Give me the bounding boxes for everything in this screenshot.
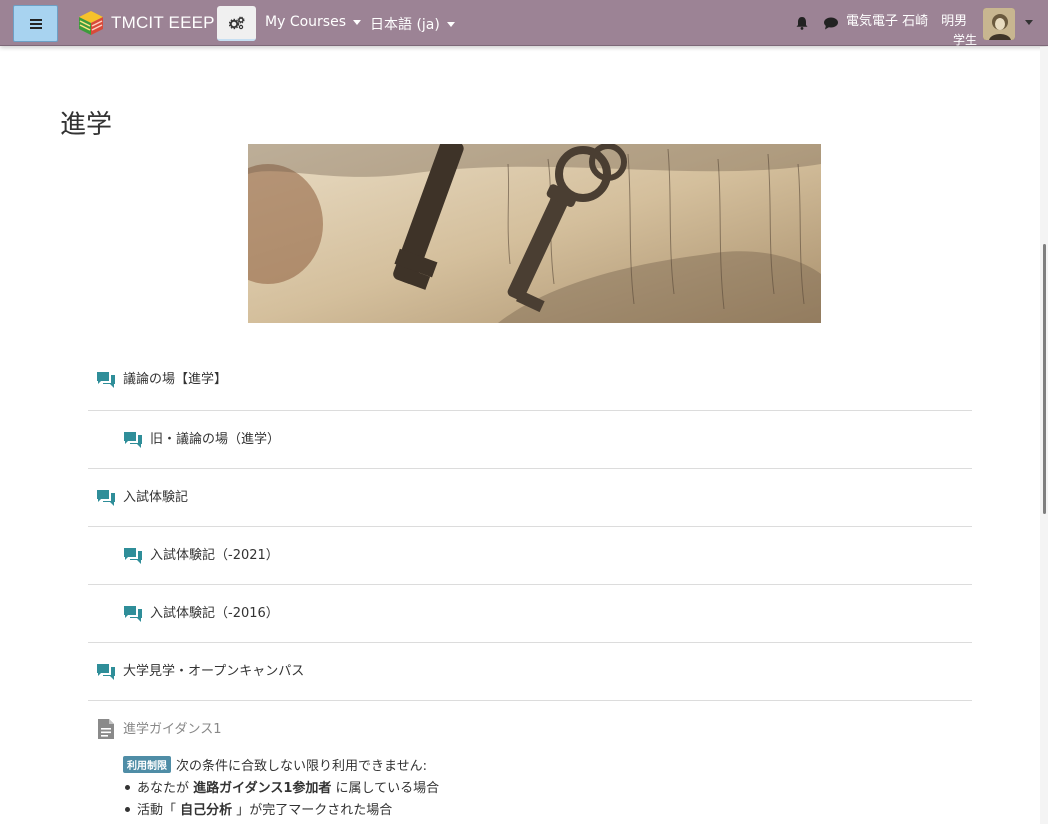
activity-link[interactable]: 入試体験記 [123,489,188,507]
condition-text: に属している場合 [331,781,440,796]
resource-name: 進学ガイダンス1 [123,722,222,737]
condition-text: 活動「 [137,803,181,818]
forum-icon [97,489,115,506]
activity-link[interactable]: 入試体験記（-2016） [150,605,279,623]
top-navbar: TMCIT EEEP My Courses 日本語 (ja) 電気電子 石崎 明… [0,0,1048,47]
language-menu[interactable]: 日本語 (ja) [370,14,455,34]
drawer-toggle-button[interactable] [13,5,58,42]
bell-icon[interactable] [795,16,809,30]
activity-item[interactable]: 大学見学・オープンキャンパス [88,643,972,701]
restriction-condition: 活動「 自己分析 」が完了マークされた場合 [125,799,392,818]
bullet-icon [125,785,130,790]
chevron-down-icon [446,22,455,27]
forum-icon [124,547,142,564]
activity-link[interactable]: 入試体験記（-2021） [150,547,279,565]
chevron-down-icon [353,20,361,25]
file-icon [98,719,114,739]
activity-link[interactable]: 議論の場【進学】 [123,371,227,389]
page-scrollbar-thumb[interactable] [1043,244,1046,514]
activity-item[interactable]: 旧・議論の場（進学） [88,411,972,469]
activity-item[interactable]: 入試体験記（-2021） [88,527,972,585]
user-role: 学生 [953,33,978,47]
condition-activity: 自己分析 [180,803,233,818]
section-banner-image [248,144,821,323]
site-brand[interactable]: TMCIT EEEP [76,8,215,38]
restriction-text: 次の条件に合致しない限り利用できません: [176,759,427,774]
restriction-badge: 利用制限 [123,756,171,773]
avatar[interactable] [983,8,1015,40]
activity-item[interactable]: 入試体験記 [88,469,972,527]
activity-item[interactable]: 入試体験記（-2016） [88,585,972,643]
bullet-icon [125,807,130,812]
site-logo-icon [79,11,103,35]
forum-icon [124,431,142,448]
chevron-down-icon[interactable] [1025,20,1033,25]
hamburger-icon [29,18,42,29]
chat-bubble-icon[interactable] [823,16,839,30]
my-courses-menu[interactable]: My Courses [265,14,361,30]
my-courses-label: My Courses [265,14,346,30]
antique-keys-image [248,144,821,323]
avatar-image-icon [983,8,1015,40]
activity-link[interactable]: 旧・議論の場（進学） [150,431,280,449]
forum-icon [124,605,142,622]
language-label: 日本語 (ja) [370,17,440,33]
user-fullname[interactable]: 電気電子 石崎 明男 [846,10,967,29]
cogs-icon [228,16,244,29]
condition-text: あなたが [137,781,194,796]
forum-icon [97,372,115,388]
condition-text: 」が完了マークされた場合 [232,803,393,818]
activity-link[interactable]: 大学見学・オープンキャンパス [123,663,304,681]
forum-icon [97,663,115,680]
activity-list: 議論の場【進学】 旧・議論の場（進学） 入試体験記 入試体験記（-2021） 入… [88,350,972,701]
condition-group: 進路ガイダンス1参加者 [193,781,332,796]
course-admin-button[interactable] [217,6,256,41]
restriction-condition: あなたが 進路ガイダンス1参加者 に属している場合 [125,777,439,796]
restriction-notice: 利用制限 次の条件に合致しない限り利用できません: [123,755,427,774]
site-name: TMCIT EEEP [111,13,215,32]
activity-item[interactable]: 議論の場【進学】 [88,350,972,411]
page-title: 進学 [60,110,113,140]
